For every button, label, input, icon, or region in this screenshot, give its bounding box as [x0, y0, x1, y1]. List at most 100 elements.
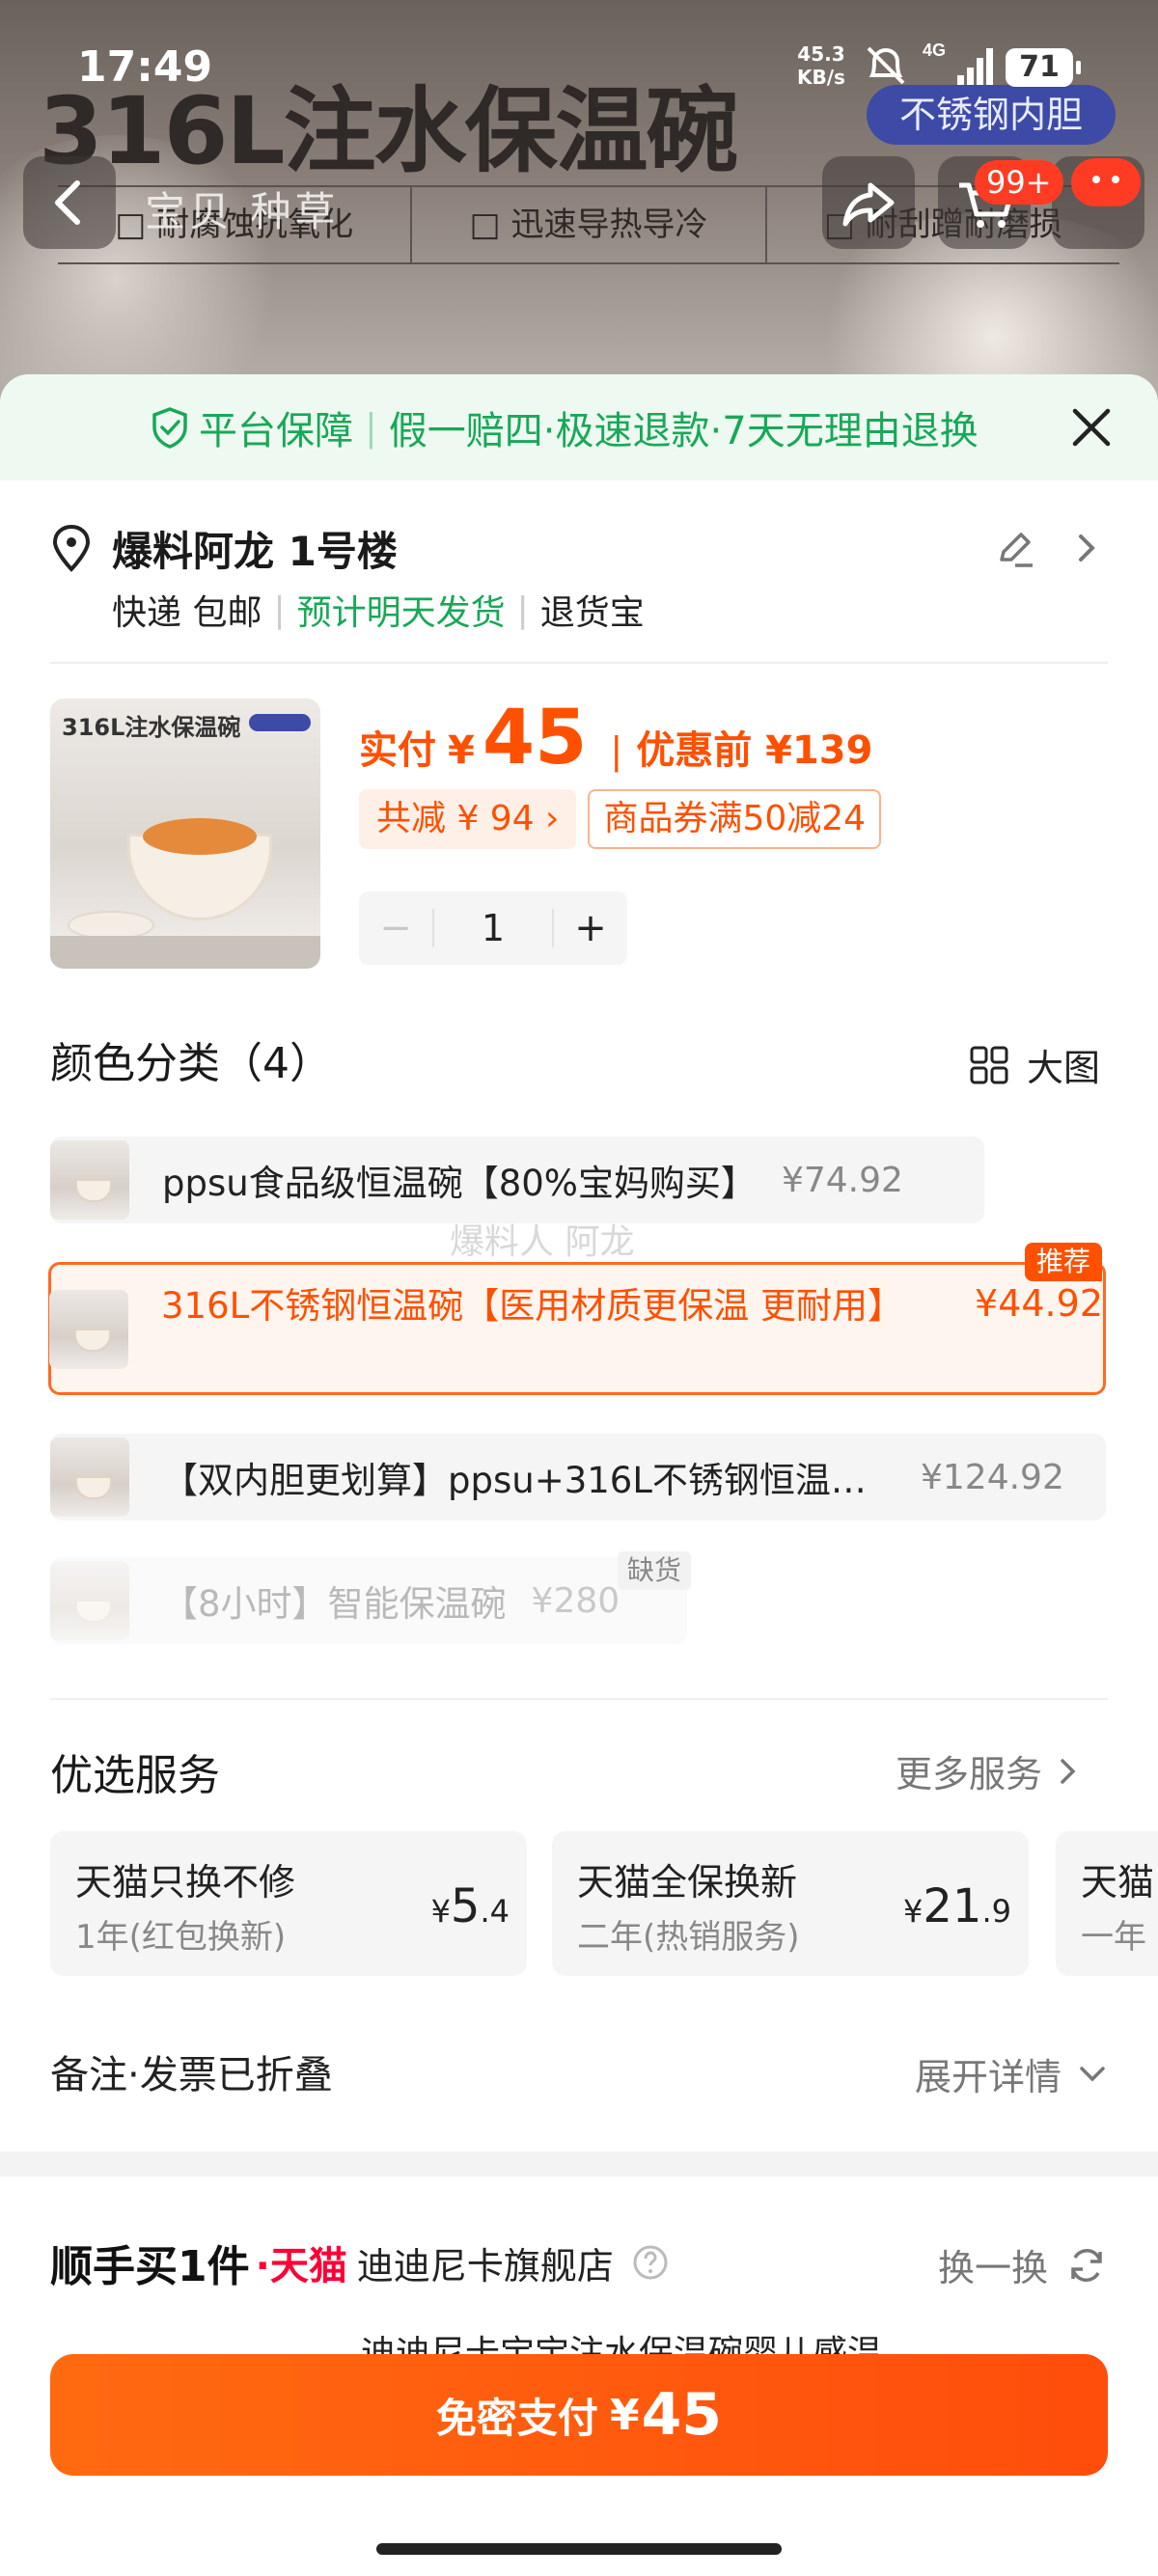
- shield-check-icon: [152, 407, 187, 449]
- quantity-stepper: − 1 +: [359, 891, 627, 965]
- increase-button[interactable]: +: [554, 906, 627, 950]
- pay-button-amount: 45: [641, 2381, 723, 2449]
- product-image[interactable]: 316L注水保温碗: [50, 699, 320, 969]
- shipping-info: 快递 包邮 | 预计明天发货 | 退货宝: [112, 585, 645, 635]
- net-speed-unit: KB/s: [797, 66, 845, 89]
- currency-symbol: ¥: [430, 1893, 451, 1930]
- service-title: 天猫全保换新: [577, 1861, 798, 1904]
- color-option[interactable]: 【双内胆更划算】ppsu+316L不锈钢恒温… ¥124.92: [50, 1434, 1106, 1521]
- location-pin-icon: [52, 524, 91, 572]
- divider: [50, 662, 1108, 664]
- shipping-eta: 预计明天发货: [296, 593, 506, 633]
- return-service: 退货宝: [539, 593, 645, 633]
- option-thumbnail: [50, 1140, 129, 1219]
- checkout-sheet: 平台保障 | 假一赔四·极速退款·7天无理由退换 爆料阿龙 1号楼 快递 包邮 …: [0, 374, 1158, 2576]
- battery-indicator: 71: [1006, 48, 1081, 87]
- message-badge: [1071, 158, 1141, 206]
- home-indicator[interactable]: [376, 2543, 782, 2555]
- tmall-logo: ·天猫: [255, 2244, 347, 2288]
- product-image-table: [50, 936, 320, 969]
- share-icon: [842, 182, 895, 227]
- big-picture-toggle[interactable]: 大图: [969, 1038, 1100, 1091]
- option-price: ¥280: [531, 1580, 620, 1621]
- color-option-selected[interactable]: 316L不锈钢恒温碗【医用材质更保温 更耐用】 ¥44.92: [48, 1262, 1106, 1395]
- guarantee-banner: 平台保障 | 假一赔四·极速退款·7天无理由退换: [0, 374, 1158, 480]
- service-subtitle: 一年: [1081, 1918, 1146, 1957]
- chevron-down-icon: [1080, 2066, 1105, 2081]
- currency-symbol: ¥: [609, 2390, 640, 2440]
- status-bar: 17:49 45.3 KB/s 4G 71: [0, 0, 1158, 135]
- price-row: 实付 ¥ 45 | 优惠前 ¥139: [359, 695, 872, 781]
- cart-count-badge: 99+: [975, 160, 1063, 205]
- watermark: 爆料人 阿龙: [450, 1222, 635, 1262]
- refresh-icon: [1071, 2248, 1102, 2282]
- price-decimal: .4: [480, 1893, 510, 1930]
- chevron-left-icon: [55, 180, 80, 225]
- expand-label: 展开详情: [914, 2056, 1062, 2098]
- option-thumbnail: [50, 1561, 129, 1640]
- option-price: ¥124.92: [921, 1457, 1064, 1497]
- service-title: 天猫只换不修: [75, 1861, 296, 1904]
- quantity-value[interactable]: 1: [432, 909, 554, 947]
- address-section[interactable]: 爆料阿龙 1号楼 快递 包邮 | 预计明天发货 | 退货宝: [50, 519, 1108, 664]
- note-label: 备注·发票已折叠: [50, 2053, 333, 2097]
- expand-details-button[interactable]: 展开详情: [915, 2047, 1108, 2100]
- back-button[interactable]: [23, 156, 116, 249]
- chevron-right-icon[interactable]: [1073, 529, 1100, 567]
- service-card[interactable]: 天猫 一年: [1056, 1831, 1158, 1976]
- mute-icon: [867, 46, 905, 85]
- price-decimal: .9: [981, 1893, 1011, 1930]
- help-icon[interactable]: [631, 2243, 670, 2282]
- pay-button[interactable]: 免密支付 ¥ 45: [50, 2354, 1108, 2476]
- coupon-tag: 商品券满50减24: [588, 789, 882, 849]
- share-button[interactable]: [822, 156, 915, 249]
- color-section-title: 颜色分类（4）: [50, 1039, 332, 1088]
- price-separator: |: [610, 729, 623, 772]
- decrease-button[interactable]: −: [359, 906, 432, 950]
- out-of-stock-tag: 缺货: [618, 1551, 692, 1590]
- big-picture-label: 大图: [1027, 1047, 1101, 1089]
- currency-symbol: ¥: [448, 728, 475, 773]
- option-price: ¥44.92: [975, 1282, 1103, 1325]
- message-icon: [1092, 176, 1119, 183]
- discount-row: 共减 ¥ 94 › 商品券满50减24: [359, 789, 882, 849]
- divider: [50, 1698, 1108, 1700]
- net-speed: 45.3 KB/s: [797, 42, 845, 89]
- recommend-tag: 推荐: [1025, 1243, 1103, 1281]
- option-thumbnail: [50, 1438, 129, 1517]
- more-services-link[interactable]: 更多服务: [896, 1744, 1079, 1797]
- bg-feature: □ 迅速导热导冷: [412, 187, 767, 262]
- service-subtitle: 二年(热销服务): [577, 1918, 800, 1957]
- net-speed-value: 45.3: [797, 42, 845, 66]
- guarantee-desc: 假一赔四·极速退款·7天无理由退换: [388, 409, 979, 453]
- guarantee-title: 平台保障: [199, 409, 353, 453]
- option-name: 【双内胆更划算】ppsu+316L不锈钢恒温…: [162, 1460, 867, 1501]
- service-price: ¥5.4: [431, 1879, 510, 1933]
- service-subtitle: 1年(红包换新): [75, 1918, 287, 1957]
- swap-label: 换一换: [937, 2247, 1048, 2289]
- services-title: 优选服务: [50, 1751, 220, 1800]
- note-invoice-row[interactable]: 备注·发票已折叠 展开详情: [50, 2043, 1108, 2101]
- addon-header: 顺手买1件 ·天猫 迪迪尼卡旗舰店 换一换: [50, 2229, 1108, 2296]
- service-title: 天猫: [1081, 1861, 1155, 1904]
- total-discount-button[interactable]: 共减 ¥ 94 ›: [359, 789, 577, 849]
- currency-symbol: ¥: [903, 1893, 924, 1930]
- grid-icon: [970, 1046, 1008, 1083]
- edit-icon[interactable]: [994, 527, 1036, 569]
- guarantee-separator: |: [365, 406, 377, 449]
- store-name[interactable]: 迪迪尼卡旗舰店: [357, 2236, 614, 2289]
- section-gap: [0, 2151, 1158, 2177]
- pay-button-label: 免密支付: [435, 2394, 598, 2442]
- address-name: 爆料阿龙 1号楼: [112, 528, 398, 575]
- option-name: 316L不锈钢恒温碗【医用材质更保温 更耐用】: [161, 1285, 903, 1327]
- original-price: 优惠前 ¥139: [636, 728, 873, 773]
- color-option[interactable]: ppsu食品级恒温碗【80%宝妈购买】 ¥74.92: [50, 1137, 984, 1223]
- service-card[interactable]: 天猫全保换新 二年(热销服务) ¥21.9: [552, 1831, 1029, 1976]
- signal-icon: 4G: [923, 41, 993, 85]
- close-icon[interactable]: [1065, 401, 1117, 453]
- separator: |: [273, 589, 286, 630]
- service-card[interactable]: 天猫只换不修 1年(红包换新) ¥5.4: [50, 1831, 527, 1976]
- swap-button[interactable]: 换一换: [938, 2238, 1108, 2291]
- bg-tabs[interactable]: 宝贝 种草: [145, 179, 339, 238]
- option-name: ppsu食品级恒温碗【80%宝妈购买】: [162, 1163, 757, 1204]
